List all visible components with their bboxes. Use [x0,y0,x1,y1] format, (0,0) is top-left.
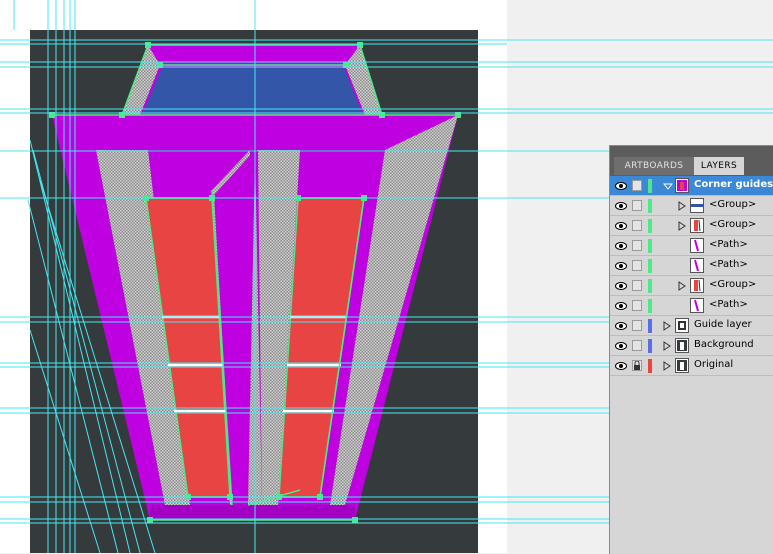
layer-name: <Path> [709,259,748,270]
layer-color-bar [648,219,652,233]
layer-row[interactable]: <Path> [610,256,773,276]
layer-thumbnail [690,198,704,213]
layer-name: <Path> [709,299,748,310]
layer-color-bar [648,179,652,193]
expand-down-icon[interactable] [662,181,674,191]
lock-toggle[interactable] [632,180,642,191]
layer-color-bar [648,259,652,273]
lock-toggle[interactable] [632,220,642,231]
layer-thumbnail [690,218,704,233]
layer-thumbnail [675,318,689,333]
expand-right-icon[interactable] [663,341,671,351]
tab-artboards[interactable]: ARTBOARDS [614,157,694,175]
lock-icon[interactable] [632,360,642,371]
layers-panel[interactable]: ARTBOARDS LAYERS Corner guides <Group> <Gr… [609,145,773,554]
lock-toggle[interactable] [632,340,642,351]
layer-name: <Group> [709,219,757,230]
expand-right-icon[interactable] [663,361,671,371]
visibility-eye-icon[interactable] [615,241,627,251]
visibility-eye-icon[interactable] [615,341,627,351]
visibility-eye-icon[interactable] [615,281,627,291]
layer-color-bar [648,319,652,333]
layer-row[interactable]: Corner guides [610,176,773,196]
layer-thumbnail [690,258,704,273]
visibility-eye-icon[interactable] [615,361,627,371]
layer-row[interactable]: <Path> [610,296,773,316]
layer-color-bar [648,339,652,353]
tab-layers[interactable]: LAYERS [694,157,744,175]
layer-color-bar [648,239,652,253]
layer-row[interactable]: Original [610,356,773,376]
lock-toggle[interactable] [632,300,642,311]
layer-thumbnail [675,178,689,193]
layer-row[interactable]: <Group> [610,216,773,236]
layer-color-bar [648,299,652,313]
visibility-eye-icon[interactable] [615,181,627,191]
layer-thumbnail [690,238,704,253]
visibility-eye-icon[interactable] [615,261,627,271]
lock-toggle[interactable] [632,200,642,211]
layer-name: <Path> [709,239,748,250]
layer-name: <Group> [709,199,757,210]
layer-color-bar [648,199,652,213]
expand-right-icon[interactable] [663,321,671,331]
visibility-eye-icon[interactable] [615,221,627,231]
layer-name: <Group> [709,279,757,290]
lock-toggle[interactable] [632,280,642,291]
expand-right-icon[interactable] [678,201,686,211]
expand-right-icon[interactable] [678,281,686,291]
visibility-eye-icon[interactable] [615,201,627,211]
layer-name: Background [694,339,754,350]
panel-tab-strip: ARTBOARDS LAYERS [610,146,773,176]
layer-thumbnail [675,358,689,373]
expand-right-icon[interactable] [678,221,686,231]
layer-color-bar [648,279,652,293]
layer-thumbnail [690,298,704,313]
layer-row[interactable]: Background [610,336,773,356]
layer-name: Corner guides [694,179,773,190]
layer-color-bar [648,359,652,373]
layer-name: Guide layer [694,319,752,330]
layer-row[interactable]: <Path> [610,236,773,256]
blue-window [143,67,362,113]
layer-thumbnail [690,278,704,293]
bottom-base [150,505,355,520]
layer-row[interactable]: <Group> [610,196,773,216]
visibility-eye-icon[interactable] [615,301,627,311]
visibility-eye-icon[interactable] [615,321,627,331]
lock-toggle[interactable] [632,240,642,251]
lock-toggle[interactable] [632,260,642,271]
layer-name: Original [694,359,734,370]
layer-row[interactable]: <Group> [610,276,773,296]
layer-row[interactable]: Guide layer [610,316,773,336]
layer-thumbnail [675,338,689,353]
lock-toggle[interactable] [632,320,642,331]
